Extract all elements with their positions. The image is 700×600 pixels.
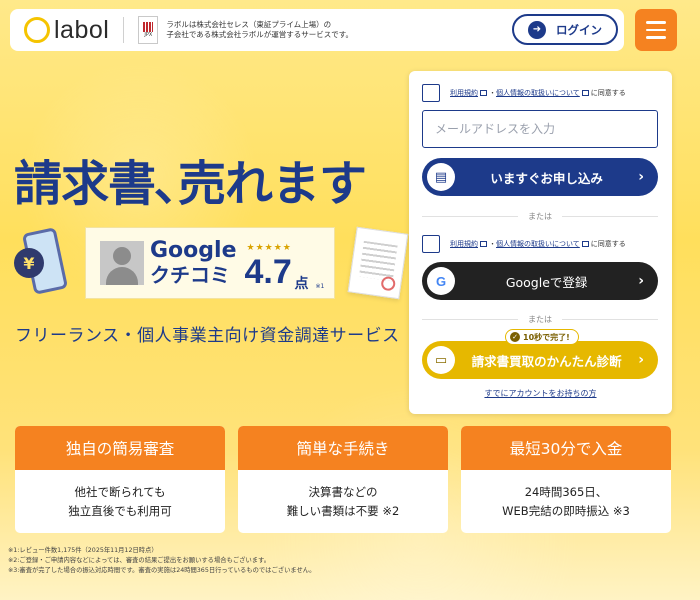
- agree-suffix: に同意する: [590, 240, 626, 248]
- signup-form-card: 利用規約 ・ 個人情報の取扱いについて に同意する ▤ いますぐお申し込み › …: [409, 71, 672, 414]
- chevron-right-icon: ›: [638, 273, 644, 289]
- jpx-logo-icon: JPX: [138, 16, 159, 44]
- feature-title: 簡単な手続き: [238, 426, 448, 470]
- labol-logo[interactable]: labol: [24, 16, 109, 45]
- feature-body: 決算書などの 難しい書類は不要 ※2: [286, 485, 400, 518]
- yen-coin-icon: ¥: [14, 248, 44, 278]
- separator: ・: [489, 240, 496, 248]
- terms-link-2[interactable]: 利用規約: [450, 239, 478, 249]
- feature-title: 最短30分で入金: [461, 426, 671, 470]
- terms-agree-row-2: 利用規約 ・ 個人情報の取扱いについて に同意する: [422, 235, 626, 253]
- review-badge: Google クチコミ ★★★★★ 4.7 点 ※1: [85, 227, 335, 299]
- rating-footnote-ref: ※1: [315, 283, 325, 290]
- privacy-link-1[interactable]: 個人情報の取扱いについて: [496, 88, 580, 98]
- hero-title: 請求書､売れます: [14, 156, 367, 212]
- terms-checkbox-2[interactable]: [422, 235, 440, 253]
- feature-title: 独自の簡易審査: [15, 426, 225, 470]
- laptop-icon: ▭: [427, 346, 455, 374]
- login-label: ログイン: [556, 22, 602, 37]
- logo-circle-icon: [24, 17, 50, 43]
- badge-label: 10秒で完了!: [523, 332, 570, 342]
- separator: ・: [489, 89, 496, 97]
- site-header: labol JPX ラボルは株式会社セレス（東証プライム上場）の 子会社である株…: [10, 9, 624, 51]
- footnote-3: ※3:審査が完了した場合の振込対応時間です。審査の実施は24時間365日行ってい…: [8, 566, 316, 574]
- feature-card-payout: 最短30分で入金 24時間365日、 WEB完結の即時振込 ※3: [461, 426, 671, 533]
- chevron-right-icon: ›: [638, 352, 644, 368]
- company-note-line2: 子会社である株式会社ラボルが運営するサービスです。: [166, 30, 354, 39]
- footnotes: ※1:レビュー件数1,175件（2025年11月12日時点） ※2:ご登録・ご申…: [8, 546, 315, 575]
- avatar: [100, 241, 144, 285]
- email-input[interactable]: [422, 110, 658, 148]
- footnote-1: ※1:レビュー件数1,175件（2025年11月12日時点）: [8, 547, 158, 554]
- diagnosis-label: 請求書買取のかんたん診断: [471, 353, 622, 369]
- company-note: ラボルは株式会社セレス（東証プライム上場）の 子会社である株式会社ラボルが運営す…: [166, 20, 353, 40]
- external-link-icon: [581, 90, 589, 96]
- terms-checkbox-1[interactable]: [422, 84, 440, 102]
- feature-body: 24時間365日、 WEB完結の即時振込 ※3: [502, 485, 630, 518]
- agree-suffix: に同意する: [590, 89, 626, 97]
- terms-agree-row-1: 利用規約 ・ 個人情報の取扱いについて に同意する: [422, 84, 626, 102]
- feature-card-screening: 独自の簡易審査 他社で断られても 独立直後でも利用可: [15, 426, 225, 533]
- rating-value: 4.7: [244, 253, 292, 291]
- google-label: Googleで登録: [505, 274, 588, 290]
- hero-subtitle: フリーランス・個人事業主向け資金調達サービス: [15, 326, 400, 346]
- or-label: または: [528, 212, 552, 221]
- menu-button[interactable]: [635, 9, 677, 51]
- apply-label: いますぐお申し込み: [490, 170, 603, 186]
- footnote-2: ※2:ご登録・ご申請内容などによっては、審査の結果ご提出をお願いする場合もござい…: [8, 556, 271, 564]
- or-divider-1: または: [422, 211, 658, 222]
- hamburger-icon: [646, 21, 666, 24]
- or-label: または: [528, 315, 552, 324]
- google-g-icon: G: [427, 267, 455, 295]
- login-button[interactable]: ➜ ログイン: [512, 14, 618, 45]
- review-kuchikomi-label: クチコミ: [150, 262, 230, 287]
- invoice-document-icon: [347, 226, 409, 300]
- google-signup-button[interactable]: G Googleで登録 ›: [422, 262, 658, 300]
- privacy-link-2[interactable]: 個人情報の取扱いについて: [496, 239, 580, 249]
- feature-body: 他社で断られても 独立直後でも利用可: [68, 485, 172, 518]
- diagnosis-button[interactable]: ▭ 請求書買取のかんたん診断 ›: [422, 341, 658, 379]
- external-link-icon: [480, 241, 487, 247]
- document-icon: ▤: [427, 163, 455, 191]
- feature-card-procedure: 簡単な手続き 決算書などの 難しい書類は不要 ※2: [238, 426, 448, 533]
- header-divider: [123, 17, 125, 43]
- or-divider-2: または: [422, 314, 658, 325]
- company-note-line1: ラボルは株式会社セレス（東証プライム上場）の: [166, 19, 332, 29]
- star-rating-icon: ★★★★★: [246, 243, 292, 253]
- apply-button[interactable]: ▤ いますぐお申し込み ›: [422, 158, 658, 196]
- review-google-label: Google: [150, 238, 237, 264]
- external-link-icon: [480, 90, 487, 96]
- external-link-icon: [581, 241, 589, 247]
- ten-seconds-badge: ✓ 10秒で完了!: [505, 329, 579, 345]
- chevron-right-icon: ›: [638, 169, 644, 185]
- rating-unit: 点: [294, 276, 309, 292]
- have-account-link[interactable]: すでにアカウントをお持ちの方: [409, 388, 672, 399]
- check-icon: ✓: [510, 332, 520, 342]
- logo-text: labol: [54, 15, 110, 44]
- terms-link-1[interactable]: 利用規約: [450, 88, 478, 98]
- login-arrow-icon: ➜: [528, 20, 546, 39]
